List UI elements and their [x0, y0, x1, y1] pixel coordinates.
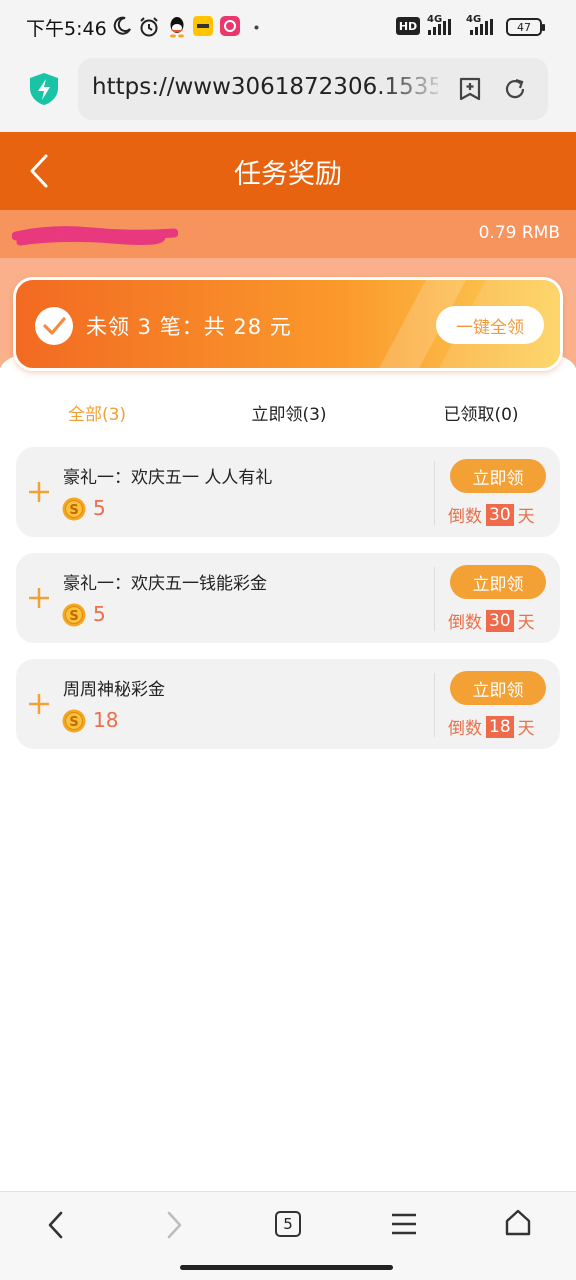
- dot-icon: [254, 25, 259, 30]
- reward-name: 周周神秘彩金: [63, 680, 165, 700]
- tab-count-button[interactable]: 5: [275, 1211, 301, 1237]
- balance-amount: 0.79 RMB: [478, 223, 560, 243]
- add-bookmark-icon[interactable]: [458, 76, 482, 102]
- app-icon: [220, 16, 240, 36]
- url-fade: [378, 68, 448, 110]
- claim-now-button[interactable]: 立即领: [450, 565, 546, 599]
- redacted-username: [12, 226, 178, 246]
- status-bar: 下午5:46 HD 4G 4G 47: [0, 0, 576, 56]
- app-header: 任务奖励: [0, 132, 576, 210]
- claim-now-button[interactable]: 立即领: [450, 459, 546, 493]
- countdown-suffix: 天: [517, 719, 535, 739]
- home-indicator[interactable]: [180, 1265, 393, 1270]
- check-circle-icon: [35, 307, 73, 345]
- reward-name: 豪礼一：欢庆五一钱能彩金: [63, 574, 267, 594]
- countdown: 倒数 18 天: [448, 714, 535, 739]
- reward-amount: 5: [93, 602, 106, 626]
- reward-amount: 18: [93, 708, 119, 732]
- plus-icon[interactable]: [28, 481, 50, 503]
- signal-icon-2: [470, 19, 493, 35]
- divider: [434, 673, 435, 737]
- claim-now-button[interactable]: 立即领: [450, 671, 546, 705]
- coin-icon: S: [62, 497, 86, 521]
- countdown-days: 30: [486, 609, 514, 632]
- user-balance-bar: 0.79 RMB: [0, 210, 576, 258]
- reward-item[interactable]: 豪礼一：欢庆五一 人人有礼 S 5 立即领 倒数 30 天: [16, 447, 560, 537]
- browser-bottom-nav: 5: [0, 1191, 576, 1280]
- divider: [434, 461, 435, 525]
- alarm-icon: [140, 17, 158, 37]
- coin-icon: S: [62, 603, 86, 627]
- reward-item[interactable]: 豪礼一：欢庆五一钱能彩金 S 5 立即领 倒数 30 天: [16, 553, 560, 643]
- shield-icon[interactable]: [28, 72, 60, 106]
- nav-back-icon[interactable]: [44, 1210, 68, 1240]
- divider: [434, 567, 435, 631]
- filter-tabs: 全部(3) 立即领(3) 已领取(0): [0, 396, 576, 426]
- battery-icon: 47: [506, 18, 545, 36]
- countdown-prefix: 倒数: [448, 507, 482, 527]
- countdown-days: 18: [486, 715, 514, 738]
- countdown-prefix: 倒数: [448, 613, 482, 633]
- qq-icon: [170, 17, 184, 38]
- unclaimed-summary-card: 未领 3 笔：共 28 元 一键全领: [13, 277, 563, 371]
- plus-icon[interactable]: [28, 693, 50, 715]
- hd-badge: HD: [396, 17, 420, 35]
- svg-text:S: S: [69, 609, 78, 624]
- countdown-days: 30: [486, 503, 514, 526]
- reward-item[interactable]: 周周神秘彩金 S 18 立即领 倒数 18 天: [16, 659, 560, 749]
- claim-all-button[interactable]: 一键全领: [436, 306, 544, 344]
- moon-icon: [113, 16, 131, 35]
- reward-name: 豪礼一：欢庆五一 人人有礼: [63, 468, 273, 488]
- countdown: 倒数 30 天: [448, 502, 535, 527]
- reward-amount: 5: [93, 496, 106, 520]
- svg-text:S: S: [69, 715, 78, 730]
- url-field[interactable]: https://www3061872306.1535: [78, 58, 548, 120]
- menu-icon[interactable]: [390, 1210, 418, 1238]
- countdown-prefix: 倒数: [448, 719, 482, 739]
- countdown: 倒数 30 天: [448, 608, 535, 633]
- coin-icon: S: [62, 709, 86, 733]
- page-title: 任务奖励: [234, 159, 342, 190]
- svg-text:S: S: [69, 503, 78, 518]
- browser-url-bar: https://www3061872306.1535: [0, 56, 576, 132]
- unclaimed-summary-text: 未领 3 笔：共 28 元: [86, 315, 292, 339]
- home-icon[interactable]: [503, 1208, 533, 1238]
- reload-icon[interactable]: [502, 76, 528, 102]
- countdown-suffix: 天: [517, 613, 535, 633]
- plus-icon[interactable]: [28, 587, 50, 609]
- countdown-suffix: 天: [517, 507, 535, 527]
- signal-icon-1: [428, 19, 451, 35]
- tab-claimable[interactable]: 立即领(3): [209, 400, 369, 425]
- meituan-icon: [193, 16, 213, 36]
- nav-forward-icon[interactable]: [162, 1210, 186, 1240]
- tab-all[interactable]: 全部(3): [17, 400, 177, 425]
- status-time: 下午5:46: [26, 18, 107, 40]
- tab-claimed[interactable]: 已领取(0): [401, 400, 561, 425]
